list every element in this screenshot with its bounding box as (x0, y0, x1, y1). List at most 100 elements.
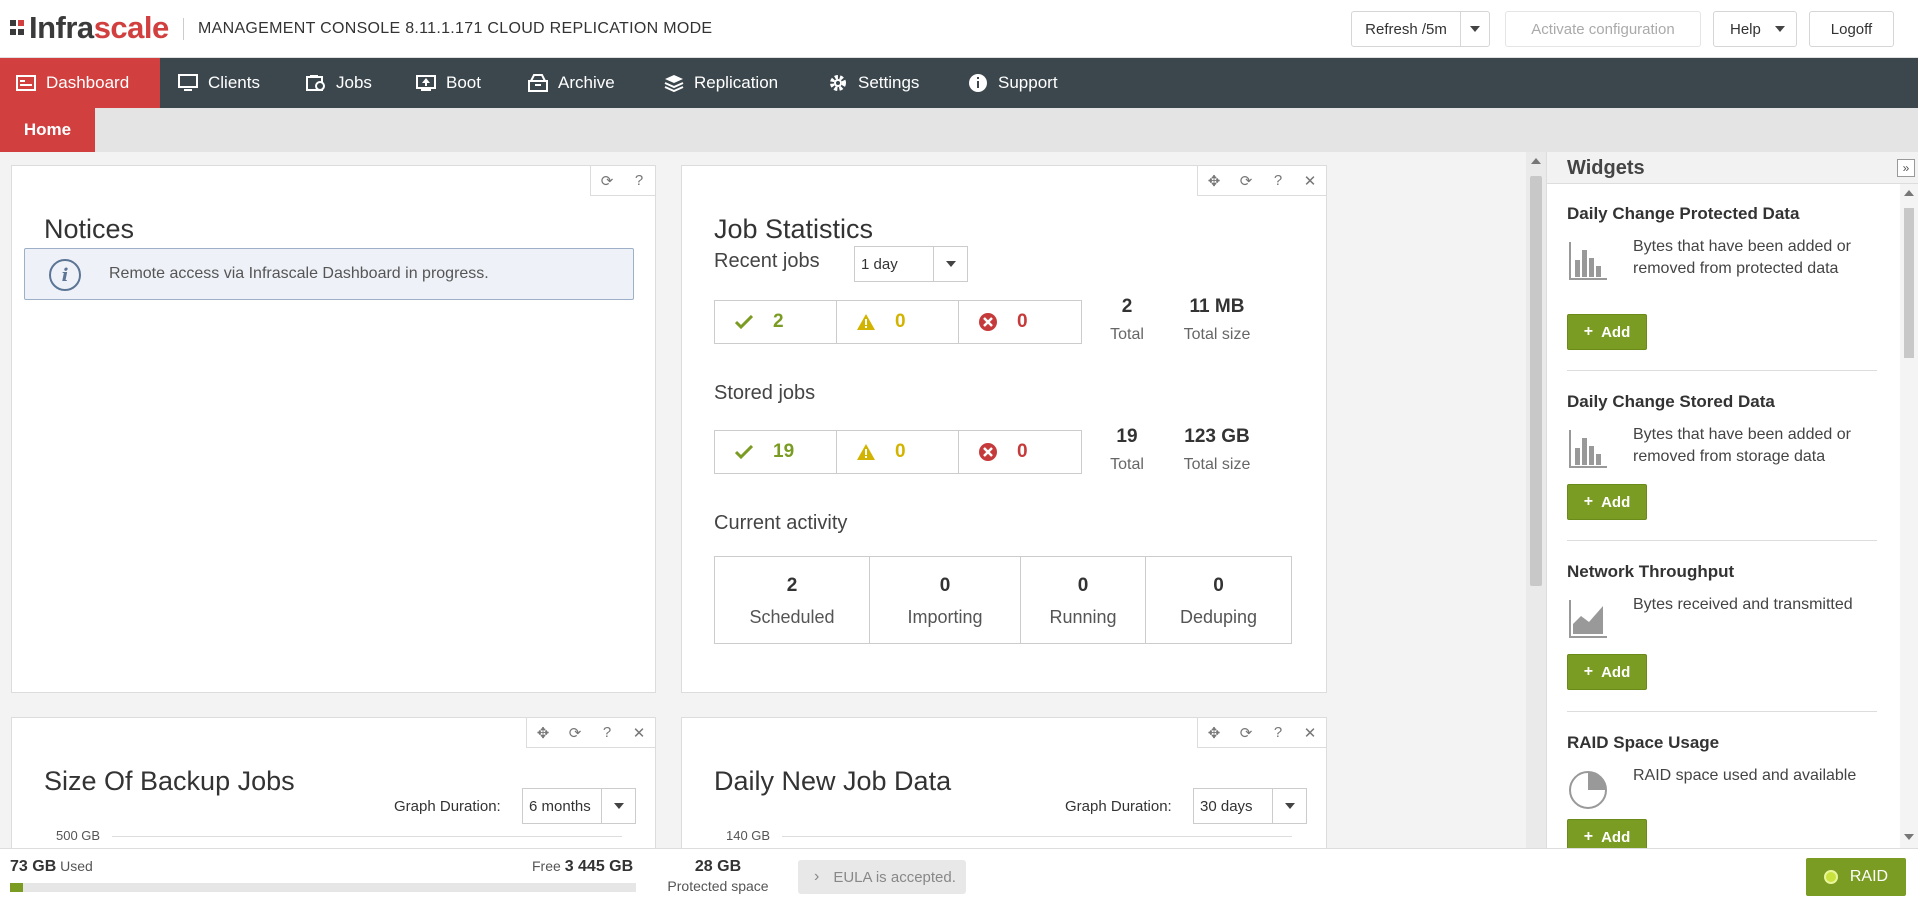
activate-configuration-button[interactable]: Activate configuration (1505, 11, 1701, 47)
stored-error-count[interactable]: 0 (959, 431, 1081, 473)
warning-icon (855, 313, 877, 331)
count-value: 0 (895, 441, 906, 462)
widget-description: Bytes that have been added or removed fr… (1633, 238, 1851, 277)
help-icon[interactable]: ? (591, 718, 623, 748)
y-axis-top-label: 500 GB (56, 828, 101, 843)
help-icon[interactable]: ? (1262, 718, 1294, 748)
size-label: Total size (1183, 456, 1251, 473)
raid-status-button[interactable]: RAID (1806, 858, 1906, 896)
panel-toolbar: ⟳ ? (590, 166, 655, 196)
graph-duration-select[interactable]: 30 days (1193, 788, 1307, 824)
recent-warning-count[interactable]: 0 (837, 301, 959, 343)
plus-icon: + (1583, 828, 1594, 845)
widget-daily-change-stored: Daily Change Stored Data Bytes that have… (1567, 392, 1877, 520)
scrollbar-thumb[interactable] (1904, 208, 1914, 358)
header-divider (183, 18, 184, 40)
collapse-icon[interactable]: » (1897, 159, 1915, 177)
nav-clients[interactable]: Clients (178, 58, 260, 108)
scroll-up-icon[interactable] (1531, 158, 1541, 164)
eula-status[interactable]: › EULA is accepted. (798, 860, 966, 894)
refresh-icon[interactable]: ⟳ (1230, 166, 1262, 196)
nav-replication[interactable]: Replication (664, 58, 778, 108)
close-icon[interactable]: ✕ (623, 718, 655, 748)
graph-duration-label: Graph Duration: (394, 798, 501, 815)
panel-toolbar: ✥ ⟳ ? ✕ (526, 718, 655, 748)
recent-total-size: 11 MB Total size (1172, 296, 1262, 344)
refresh-button[interactable]: Refresh /5m (1351, 11, 1461, 47)
nav-settings[interactable]: Settings (828, 58, 919, 108)
refresh-icon[interactable]: ⟳ (591, 166, 623, 196)
plus-icon: + (1583, 323, 1594, 340)
scroll-down-icon[interactable] (1904, 834, 1914, 840)
monitor-icon (178, 74, 198, 92)
size-label: Total size (1183, 326, 1251, 343)
panel-toolbar: ✥ ⟳ ? ✕ (1197, 166, 1326, 196)
chevron-right-icon: › (814, 868, 820, 885)
move-icon[interactable]: ✥ (527, 718, 559, 748)
refresh-label: Refresh /5m (1365, 20, 1447, 38)
recent-period-select[interactable]: 1 day (854, 246, 968, 282)
move-icon[interactable]: ✥ (1198, 166, 1230, 196)
close-icon[interactable]: ✕ (1294, 718, 1326, 748)
bar-chart-icon (1567, 428, 1609, 470)
pie-chart-icon (1567, 769, 1609, 811)
tab-home[interactable]: Home (0, 108, 95, 152)
stored-total-size: 123 GB Total size (1172, 426, 1262, 474)
used-label: Used (60, 858, 93, 874)
nav-support[interactable]: Support (968, 58, 1058, 108)
count-value: 0 (1017, 441, 1028, 462)
add-widget-button[interactable]: + Add (1567, 654, 1647, 690)
activity-value: 2 (786, 575, 798, 596)
infrascale-logo[interactable]: Infrascale (10, 12, 169, 44)
recent-success-count[interactable]: 2 (715, 301, 837, 343)
total-value: 2 (1121, 296, 1133, 317)
graph-duration-select[interactable]: 6 months (522, 788, 636, 824)
refresh-icon[interactable]: ⟳ (1230, 718, 1262, 748)
widgets-scrollbar[interactable] (1900, 184, 1918, 848)
activate-label: Activate configuration (1531, 20, 1675, 38)
scrollbar-thumb[interactable] (1530, 176, 1542, 586)
chevron-down-icon (933, 247, 967, 281)
console-title: MANAGEMENT CONSOLE 8.11.1.171 CLOUD REPL… (198, 20, 713, 37)
nav-label: Replication (694, 73, 779, 92)
activity-value: 0 (1213, 575, 1224, 596)
widget-divider (1567, 540, 1877, 541)
nav-dashboard[interactable]: Dashboard (0, 58, 160, 108)
recent-jobs-label: Recent jobs (714, 250, 820, 272)
add-widget-button[interactable]: + Add (1567, 484, 1647, 520)
help-label: Help (1730, 20, 1761, 38)
refresh-dropdown-button[interactable] (1460, 11, 1490, 47)
refresh-icon[interactable]: ⟳ (559, 718, 591, 748)
add-widget-button[interactable]: + Add (1567, 314, 1647, 350)
job-statistics-panel: ✥ ⟳ ? ✕ Job Statistics Recent jobs 1 day… (681, 165, 1327, 693)
close-icon[interactable]: ✕ (1294, 166, 1326, 196)
content-scrollbar[interactable] (1526, 152, 1546, 848)
status-footer: 73 GB Used Free 3 445 GB 28 GB Protected… (0, 848, 1918, 901)
dashboard-icon (16, 74, 36, 92)
logoff-button[interactable]: Logoff (1809, 11, 1894, 47)
nav-boot[interactable]: Boot (416, 58, 481, 108)
stored-warning-count[interactable]: 0 (837, 431, 959, 473)
widget-title: Daily Change Stored Data (1567, 392, 1775, 411)
widgets-sidebar: Widgets » Daily Change Protected Data By… (1546, 152, 1918, 855)
nav-archive[interactable]: Archive (528, 58, 615, 108)
gear-icon (828, 74, 848, 92)
move-icon[interactable]: ✥ (1198, 718, 1230, 748)
nav-jobs[interactable]: Jobs (306, 58, 372, 108)
size-value: 123 GB (1184, 426, 1250, 447)
help-button[interactable]: Help (1713, 11, 1797, 47)
stored-success-count[interactable]: 19 (715, 431, 837, 473)
nav-label: Settings (858, 73, 920, 92)
error-icon (977, 442, 999, 462)
help-icon[interactable]: ? (1262, 166, 1294, 196)
nav-label: Boot (446, 73, 481, 92)
help-icon[interactable]: ? (623, 166, 655, 196)
nav-label: Jobs (336, 73, 372, 92)
add-label: Add (1601, 828, 1631, 846)
notice-text: Remote access via Infrascale Dashboard i… (109, 265, 489, 282)
scroll-up-icon[interactable] (1904, 190, 1914, 196)
top-header: Infrascale MANAGEMENT CONSOLE 8.11.1.171… (0, 0, 1918, 58)
daily-new-job-data-panel: ✥ ⟳ ? ✕ Daily New Job Data Graph Duratio… (681, 717, 1327, 848)
used-space: 73 GB Used (10, 858, 93, 876)
recent-error-count[interactable]: 0 (959, 301, 1081, 343)
